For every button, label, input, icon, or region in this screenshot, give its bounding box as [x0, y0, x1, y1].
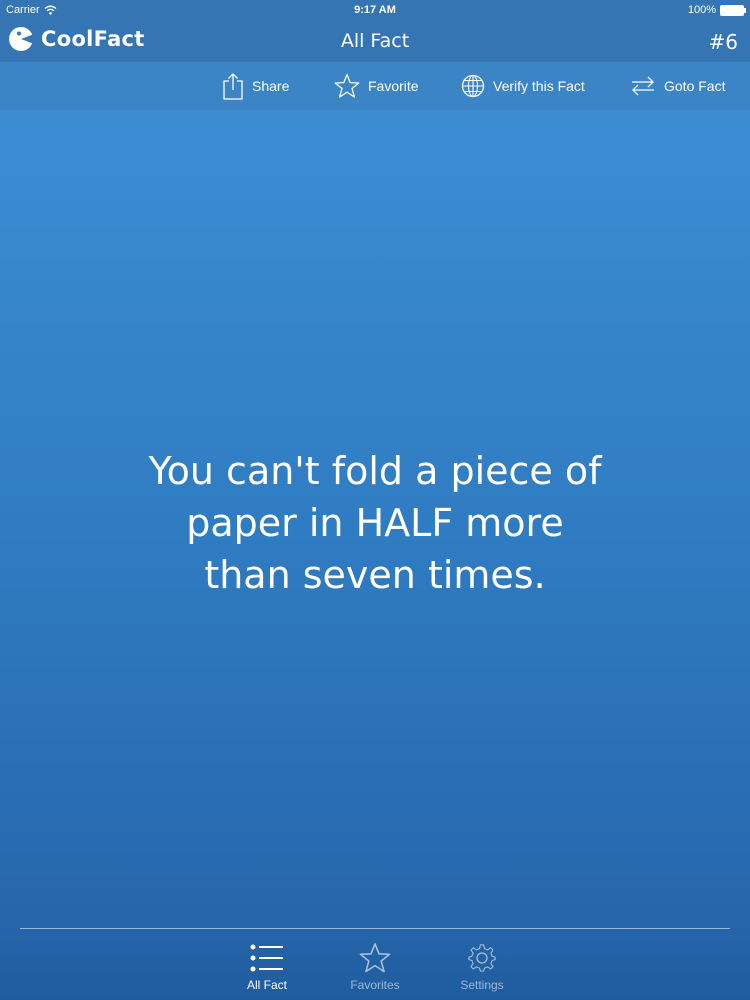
tab-label: Settings [460, 978, 504, 992]
list-icon [250, 944, 283, 972]
tab-all-fact[interactable]: All Fact [227, 940, 307, 996]
status-time: 9:17 AM [354, 4, 396, 16]
share-icon [223, 73, 243, 100]
goto-label: Goto Fact [664, 78, 726, 94]
tab-bar-divider [20, 928, 730, 929]
page-title: All Fact [340, 30, 410, 52]
swap-arrows-icon [632, 76, 654, 96]
goto-fact-button[interactable]: Goto Fact [630, 72, 725, 100]
battery-icon [720, 4, 746, 16]
share-button[interactable]: Share [222, 72, 289, 100]
fact-number: #6 [708, 30, 738, 54]
star-icon [359, 943, 391, 973]
globe-icon [461, 74, 485, 98]
favorite-button[interactable]: Favorite [334, 72, 419, 100]
star-icon [334, 73, 360, 98]
fact-text: You can't fold a piece of paper in HALF … [75, 445, 675, 601]
nav-bar: CoolFact All Fact #6 [0, 22, 750, 62]
battery-status: 100% [687, 4, 746, 16]
tab-favorites[interactable]: Favorites [335, 940, 415, 996]
tab-label: All Fact [246, 978, 287, 992]
tab-label: Favorites [350, 978, 400, 992]
share-label: Share [252, 78, 290, 94]
tab-settings[interactable]: Settings [442, 940, 522, 996]
status-bar: Carrier 9:17 AM 100% [0, 0, 750, 22]
fact-line: paper in HALF more [186, 501, 564, 545]
battery-label: 100% [687, 4, 716, 16]
gear-icon [468, 944, 496, 972]
fact-line: than seven times. [204, 553, 546, 597]
verify-label: Verify this Fact [493, 78, 585, 94]
verify-fact-button[interactable]: Verify this Fact [461, 72, 585, 100]
action-toolbar: Share Favorite Verify this Fact Goto Fac… [0, 62, 750, 110]
favorite-label: Favorite [368, 78, 419, 94]
fact-line: You can't fold a piece of [148, 449, 602, 493]
